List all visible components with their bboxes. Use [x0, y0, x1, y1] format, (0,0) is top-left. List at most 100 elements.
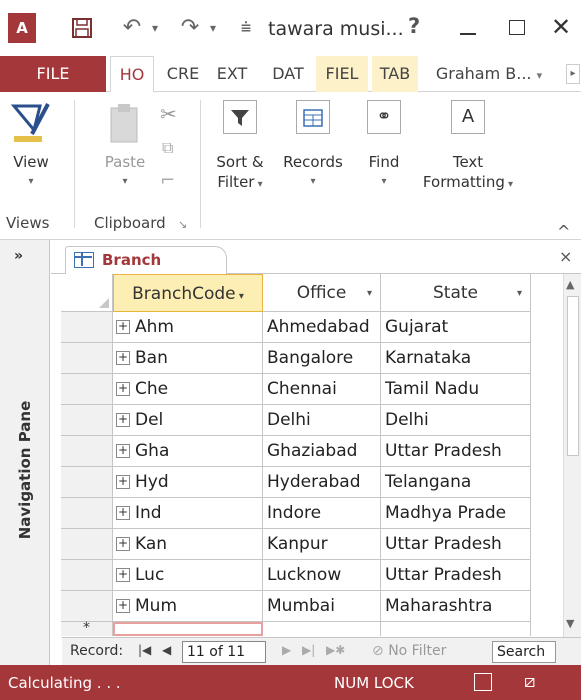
undo-icon[interactable]: ↶ [118, 12, 146, 44]
tab-fields[interactable]: FIEL [316, 56, 368, 92]
table-cell[interactable]: Madhya Prade [381, 498, 531, 529]
row-selector[interactable] [61, 467, 113, 498]
table-cell[interactable]: Lucknow [263, 560, 381, 591]
table-cell[interactable]: + Che [113, 374, 263, 405]
table-cell[interactable]: Tamil Nadu [381, 374, 531, 405]
table-cell[interactable]: + Hyd [113, 467, 263, 498]
table-cell[interactable]: + Ahm [113, 312, 263, 343]
tab-external-data[interactable]: EXT [210, 56, 254, 92]
table-cell[interactable]: Mumbai [263, 591, 381, 622]
close-window-button[interactable]: ✕ [546, 12, 576, 42]
expand-subdatasheet-icon[interactable]: + [116, 444, 130, 458]
tab-home[interactable]: HO [110, 56, 154, 93]
cut-icon[interactable]: ✂ [160, 102, 177, 126]
table-cell[interactable]: Hyderabad [263, 467, 381, 498]
user-account[interactable]: Graham B... ▾ [428, 56, 550, 92]
table-cell[interactable]: Karnataka [381, 343, 531, 374]
tab-create[interactable]: CRE [160, 56, 206, 92]
table-cell[interactable]: + Luc [113, 560, 263, 591]
scroll-down-icon[interactable]: ▼ [566, 617, 574, 630]
vertical-scrollbar[interactable]: ▲ ▼ [563, 274, 581, 637]
expand-subdatasheet-icon[interactable]: + [116, 599, 130, 613]
table-cell[interactable]: Kanpur [263, 529, 381, 560]
row-selector[interactable] [61, 312, 113, 343]
tab-file[interactable]: FILE [0, 56, 106, 92]
design-view-icon[interactable]: ⧄ [524, 671, 535, 692]
search-input[interactable]: Search [492, 641, 556, 663]
expand-subdatasheet-icon[interactable]: + [116, 351, 130, 365]
table-cell[interactable]: Maharashtra [381, 591, 531, 622]
new-record-icon[interactable]: ▶✱ [326, 643, 345, 657]
expand-subdatasheet-icon[interactable]: + [116, 382, 130, 396]
access-logo-icon[interactable]: A [8, 13, 36, 43]
table-cell[interactable]: Delhi [263, 405, 381, 436]
row-selector[interactable] [61, 529, 113, 560]
row-selector[interactable] [61, 436, 113, 467]
minimize-button[interactable] [452, 12, 486, 42]
copy-icon[interactable]: ⧉ [162, 138, 173, 158]
table-cell[interactable]: Bangalore [263, 343, 381, 374]
row-selector[interactable] [61, 374, 113, 405]
paste-button[interactable]: Paste ▾ [100, 100, 150, 192]
clipboard-launcher-icon[interactable]: ↘ [178, 218, 187, 231]
help-button[interactable]: ? [408, 14, 420, 38]
navigation-pane[interactable]: » Navigation Pane [0, 240, 50, 665]
new-record-marker[interactable]: * [61, 621, 113, 636]
expand-subdatasheet-icon[interactable]: + [116, 320, 130, 334]
new-record-cell[interactable] [381, 622, 531, 636]
customize-qat-icon[interactable]: ⩧ [236, 12, 256, 44]
collapse-ribbon-icon[interactable]: ^ [557, 222, 570, 241]
table-cell[interactable]: + Ban [113, 343, 263, 374]
table-cell[interactable]: Ghaziabad [263, 436, 381, 467]
column-header-office[interactable]: Office ▾ [263, 274, 381, 312]
save-icon[interactable] [68, 12, 96, 44]
expand-subdatasheet-icon[interactable]: + [116, 413, 130, 427]
table-cell[interactable]: Indore [263, 498, 381, 529]
table-cell[interactable]: + Mum [113, 591, 263, 622]
table-cell[interactable]: Uttar Pradesh [381, 560, 531, 591]
expand-subdatasheet-icon[interactable]: + [116, 506, 130, 520]
current-record-field[interactable]: 11 of 11 [182, 641, 266, 663]
nav-pane-toggle-icon[interactable]: » [14, 248, 23, 264]
new-record-cell[interactable] [263, 622, 381, 636]
expand-subdatasheet-icon[interactable]: + [116, 568, 130, 582]
table-cell[interactable]: + Del [113, 405, 263, 436]
expand-subdatasheet-icon[interactable]: + [116, 475, 130, 489]
datasheet-view-icon[interactable] [474, 673, 492, 691]
table-cell[interactable]: + Kan [113, 529, 263, 560]
scroll-up-icon[interactable]: ▲ [566, 278, 574, 291]
no-filter-button[interactable]: ⊘ No Filter [372, 643, 446, 659]
first-record-icon[interactable]: |◀ [138, 643, 151, 657]
new-record-cell[interactable] [113, 622, 263, 636]
tab-database-tools[interactable]: DAT [264, 56, 312, 92]
table-cell[interactable]: Delhi [381, 405, 531, 436]
tab-branch-table[interactable]: Branch [65, 246, 227, 275]
row-selector[interactable] [61, 343, 113, 374]
find-button[interactable]: ⚭ Find ▾ [356, 100, 412, 192]
maximize-button[interactable] [500, 12, 534, 42]
table-cell[interactable]: Gujarat [381, 312, 531, 343]
row-selector[interactable] [61, 498, 113, 529]
last-record-icon[interactable]: ▶| [302, 643, 315, 657]
table-cell[interactable]: + Ind [113, 498, 263, 529]
tab-scroll-right-icon[interactable]: ▸ [566, 64, 580, 84]
table-cell[interactable]: Uttar Pradesh [381, 436, 531, 467]
scroll-thumb[interactable] [567, 296, 579, 456]
redo-dropdown-icon[interactable]: ▾ [206, 12, 220, 44]
text-formatting-button[interactable]: A Text Formatting ▾ [420, 100, 516, 195]
next-record-icon[interactable]: ▶ [282, 643, 291, 657]
table-cell[interactable]: Telangana [381, 467, 531, 498]
sort-filter-button[interactable]: Sort & Filter ▾ [208, 100, 272, 195]
table-cell[interactable]: + Gha [113, 436, 263, 467]
table-cell[interactable]: Uttar Pradesh [381, 529, 531, 560]
select-all-corner[interactable] [61, 274, 113, 312]
row-selector[interactable] [61, 591, 113, 622]
records-button[interactable]: Records ▾ [278, 100, 348, 192]
view-button[interactable]: View ▾ [6, 100, 56, 192]
table-cell[interactable]: Chennai [263, 374, 381, 405]
tab-table[interactable]: TAB [372, 56, 418, 92]
column-header-state[interactable]: State ▾ [381, 274, 531, 312]
previous-record-icon[interactable]: ◀ [162, 643, 171, 657]
row-selector[interactable] [61, 405, 113, 436]
expand-subdatasheet-icon[interactable]: + [116, 537, 130, 551]
